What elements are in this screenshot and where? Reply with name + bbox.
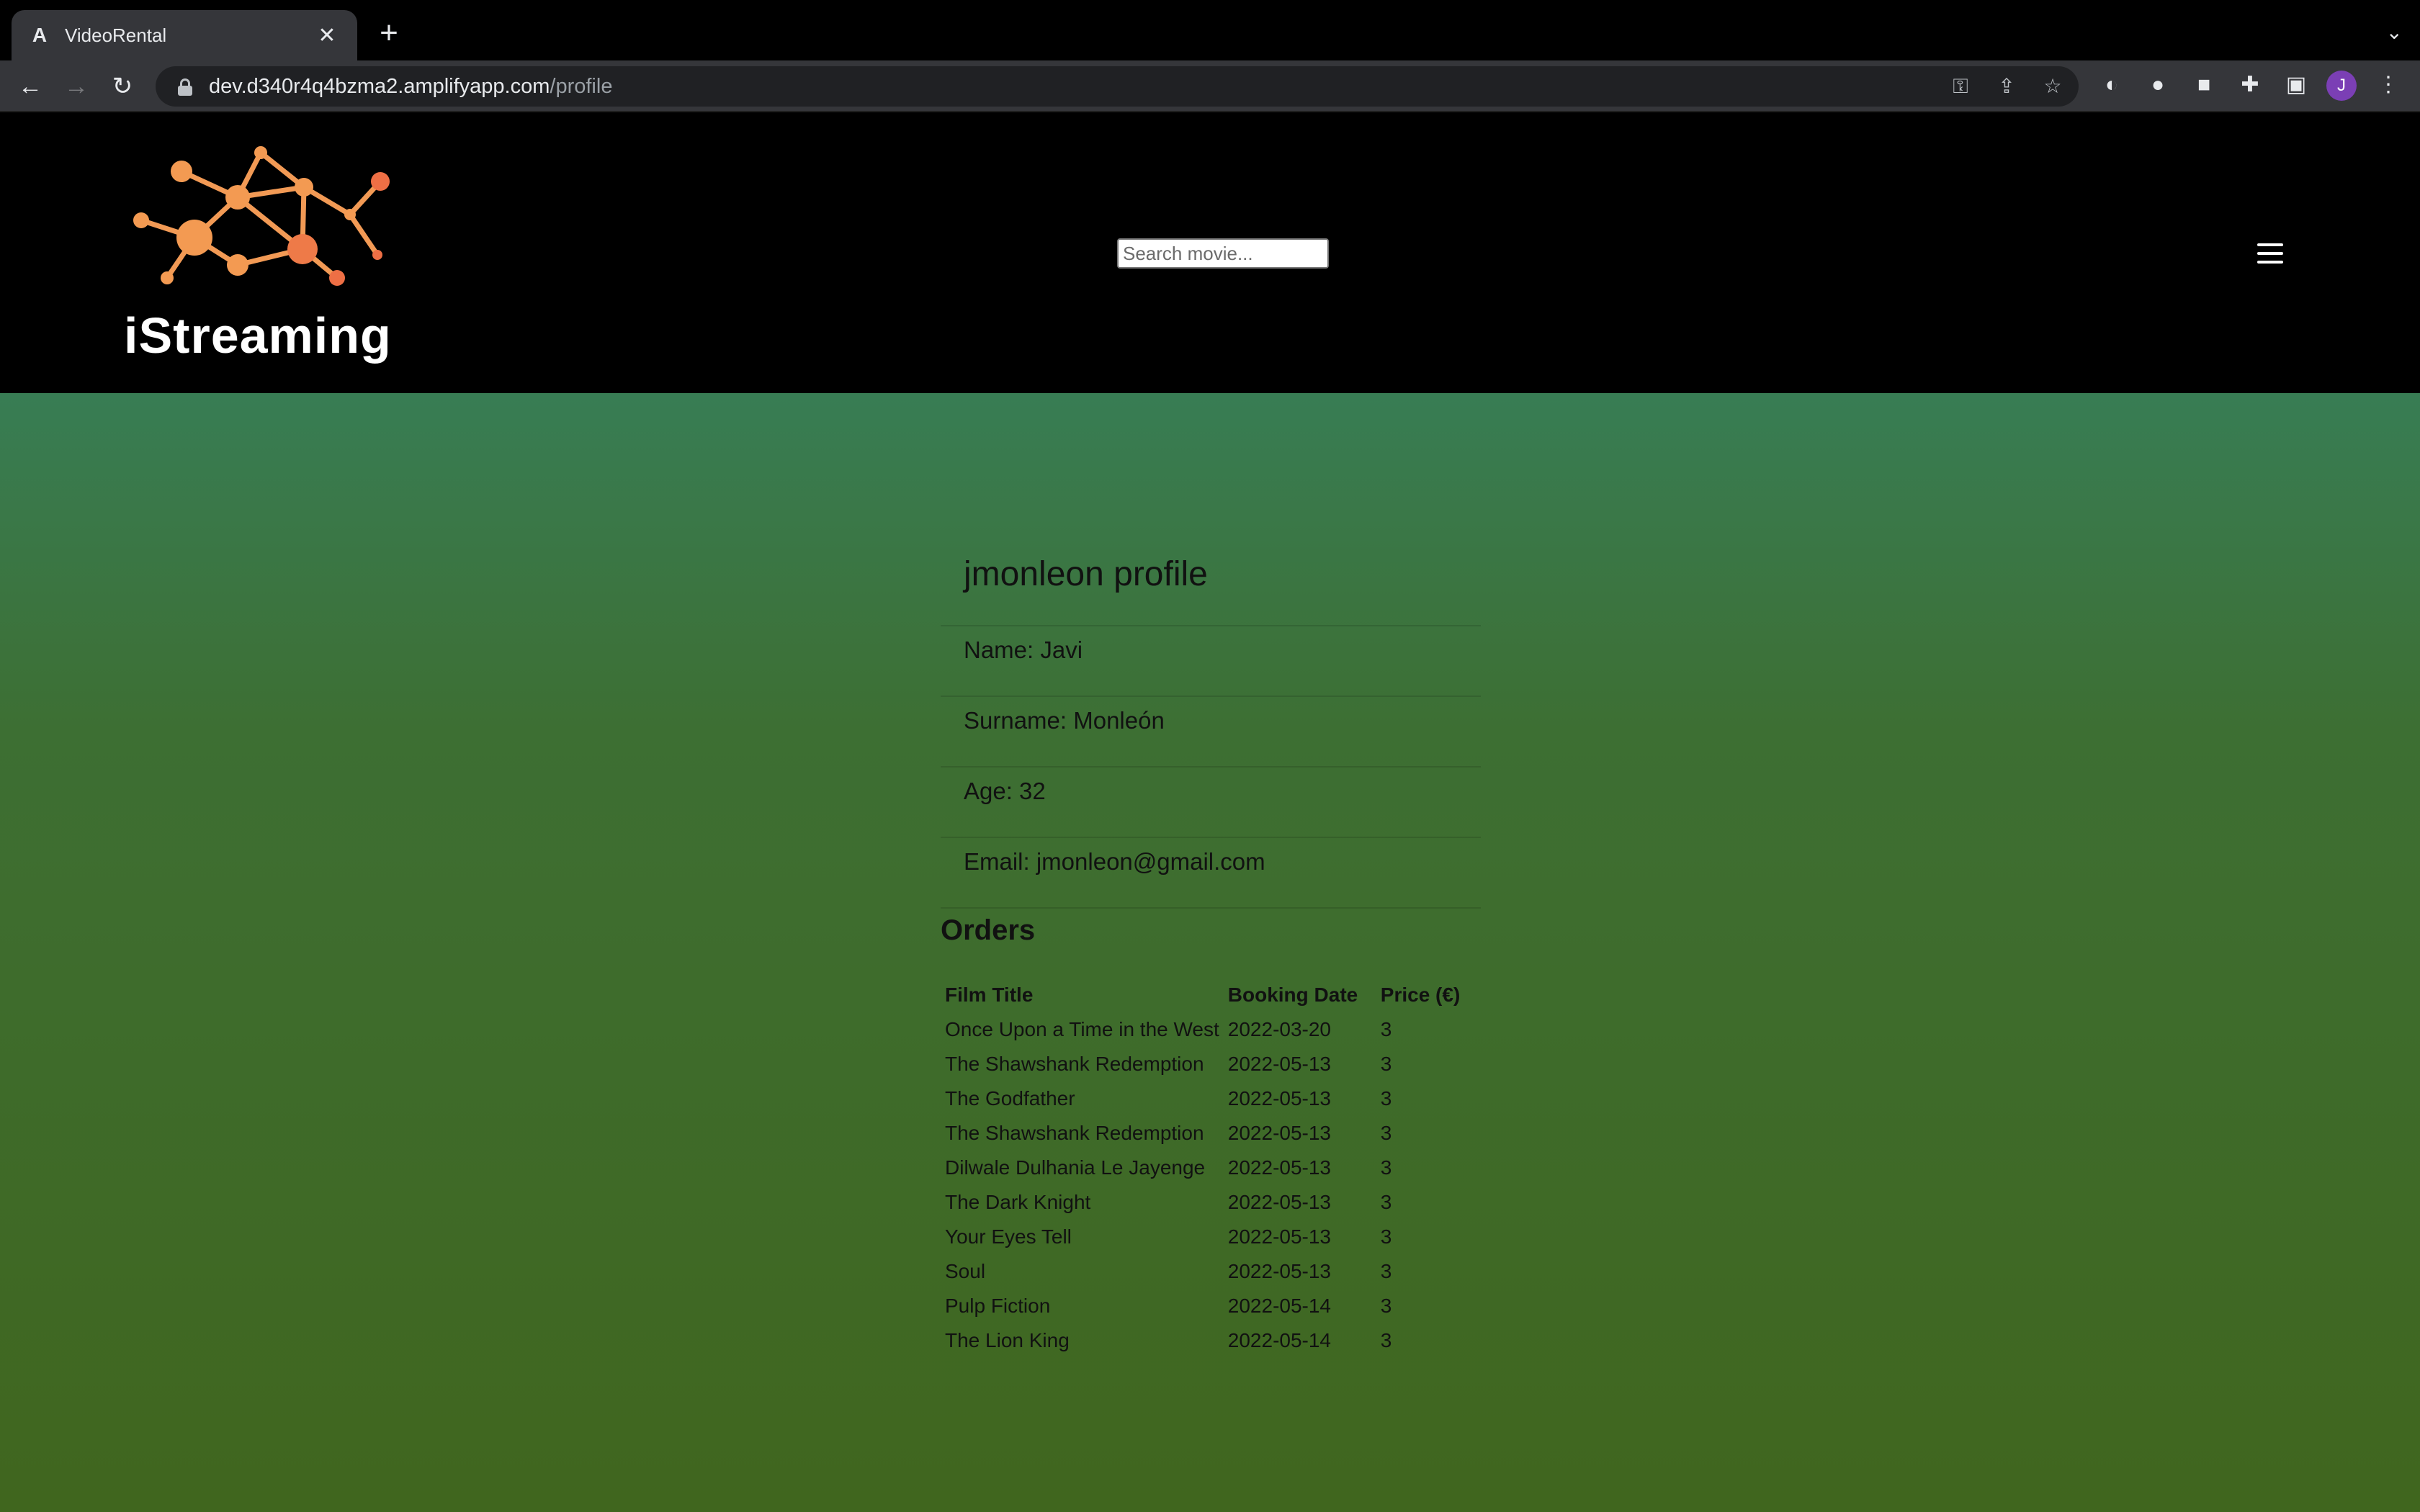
profile-title: jmonleon profile — [964, 555, 1208, 593]
table-row: Pulp Fiction 2022-05-14 3 — [941, 1289, 1464, 1323]
cell-film-title: Dilwale Dulhania Le Jayenge — [945, 1156, 1206, 1179]
column-header-price: Price (€) — [1380, 984, 1461, 1006]
cell-booking-date: 2022-05-13 — [1227, 1053, 1332, 1075]
search-input[interactable] — [1117, 238, 1329, 269]
table-row: The Shawshank Redemption 2022-05-13 3 — [941, 1116, 1464, 1151]
lock-icon — [177, 78, 193, 96]
cell-film-title: Soul — [945, 1260, 986, 1282]
url-host: dev.d340r4q4bzma2.amplifyapp.com — [209, 74, 550, 98]
cell-booking-date: 2022-05-13 — [1227, 1122, 1332, 1144]
orders-table: Film Title Booking Date Price (€) Once U… — [941, 978, 1464, 1358]
column-header-film-title: Film Title — [945, 984, 1034, 1006]
cell-film-title: Your Eyes Tell — [945, 1225, 1072, 1248]
cell-price: 3 — [1380, 1191, 1392, 1213]
profile-field-age: Age: 32 — [941, 766, 1481, 837]
profile-field-text: Name: Javi — [964, 636, 1083, 663]
cell-price: 3 — [1380, 1295, 1392, 1317]
cell-booking-date: 2022-05-13 — [1227, 1191, 1332, 1213]
cell-price: 3 — [1380, 1329, 1392, 1351]
cell-booking-date: 2022-05-13 — [1227, 1260, 1332, 1282]
profile-field-text: Email: jmonleon@gmail.com — [964, 848, 1265, 875]
profile-field-surname: Surname: Monleón — [941, 696, 1481, 766]
profile-divider — [941, 907, 1481, 909]
cell-film-title: Pulp Fiction — [945, 1295, 1051, 1317]
table-row: Once Upon a Time in the West 2022-03-20 … — [941, 1012, 1464, 1047]
extension-g-icon[interactable]: ◐ — [2099, 72, 2125, 98]
orders-heading: Orders — [941, 914, 1036, 946]
table-row: Soul 2022-05-13 3 — [941, 1254, 1464, 1289]
cell-price: 3 — [1380, 1225, 1392, 1248]
cell-price: 3 — [1380, 1018, 1392, 1040]
cell-price: 3 — [1380, 1087, 1392, 1110]
cell-price: 3 — [1380, 1122, 1392, 1144]
cell-film-title: The Shawshank Redemption — [945, 1053, 1204, 1075]
table-row: Dilwale Dulhania Le Jayenge 2022-05-13 3 — [941, 1151, 1464, 1185]
logo-text: iStreaming — [124, 307, 392, 364]
cell-booking-date: 2022-05-14 — [1227, 1329, 1332, 1351]
more-vert-icon[interactable]: ⋮ — [2375, 72, 2401, 98]
column-header-booking-date: Booking Date — [1227, 984, 1358, 1006]
browser-toolbar: ← → ↻ dev.d340r4q4bzma2.amplifyapp.com/p… — [0, 60, 2420, 112]
table-row: The Shawshank Redemption 2022-05-13 3 — [941, 1047, 1464, 1081]
table-row: The Godfather 2022-05-13 3 — [941, 1081, 1464, 1116]
cell-booking-date: 2022-05-13 — [1227, 1156, 1332, 1179]
profile-field-text: Surname: Monleón — [964, 707, 1165, 734]
profile-field-name: Name: Javi — [941, 625, 1481, 696]
new-tab-icon[interactable]: + — [375, 17, 403, 49]
profile-field-email: Email: jmonleon@gmail.com — [941, 837, 1481, 907]
extension-puzzle-piece-icon[interactable]: ■ — [2191, 72, 2217, 98]
hamburger-menu-icon[interactable] — [2257, 243, 2283, 264]
table-row: The Dark Knight 2022-05-13 3 — [941, 1185, 1464, 1220]
amplify-favicon-icon: A — [32, 24, 48, 46]
cell-price: 3 — [1380, 1053, 1392, 1075]
cell-booking-date: 2022-05-13 — [1227, 1225, 1332, 1248]
browser-tab[interactable]: A VideoRental ✕ — [12, 10, 357, 60]
table-row: Your Eyes Tell 2022-05-13 3 — [941, 1220, 1464, 1254]
profile-avatar[interactable]: J — [2326, 71, 2357, 101]
side-panel-icon[interactable]: ▣ — [2283, 72, 2309, 98]
address-bar[interactable]: dev.d340r4q4bzma2.amplifyapp.com/profile… — [156, 66, 2079, 107]
site-header: iStreaming — [0, 112, 2420, 393]
cell-booking-date: 2022-03-20 — [1227, 1018, 1332, 1040]
cell-price: 3 — [1380, 1260, 1392, 1282]
cell-booking-date: 2022-05-14 — [1227, 1295, 1332, 1317]
share-icon[interactable]: ⇪ — [1995, 75, 2018, 98]
back-arrow-icon[interactable]: ← — [16, 72, 45, 101]
cell-booking-date: 2022-05-13 — [1227, 1087, 1332, 1110]
reload-icon[interactable]: ↻ — [108, 72, 137, 101]
tab-search-chevron-icon[interactable]: ⌄ — [2386, 20, 2403, 44]
main-content: jmonleon profile Name: Javi Surname: Mon… — [0, 393, 2420, 1512]
browser-tab-bar: A VideoRental ✕ + ⌄ — [0, 0, 2420, 60]
cell-film-title: Once Upon a Time in the West — [945, 1018, 1219, 1040]
close-icon[interactable]: ✕ — [314, 23, 340, 48]
forward-arrow-icon[interactable]: → — [62, 72, 91, 101]
cell-film-title: The Lion King — [945, 1329, 1070, 1351]
cell-film-title: The Shawshank Redemption — [945, 1122, 1204, 1144]
table-header-row: Film Title Booking Date Price (€) — [941, 978, 1464, 1012]
extensions-puzzle-icon[interactable]: ✚ — [2237, 72, 2263, 98]
cell-film-title: The Godfather — [945, 1087, 1075, 1110]
profile-field-text: Age: 32 — [964, 778, 1046, 804]
key-icon[interactable]: ⚿ — [1949, 75, 1972, 98]
cell-film-title: The Dark Knight — [945, 1191, 1091, 1213]
extension-dot-icon[interactable]: ● — [2145, 72, 2171, 98]
table-row: The Lion King 2022-05-14 3 — [941, 1323, 1464, 1358]
cell-price: 3 — [1380, 1156, 1392, 1179]
star-icon[interactable]: ☆ — [2041, 75, 2064, 98]
tab-title: VideoRental — [65, 24, 167, 46]
url-path: /profile — [550, 74, 613, 98]
